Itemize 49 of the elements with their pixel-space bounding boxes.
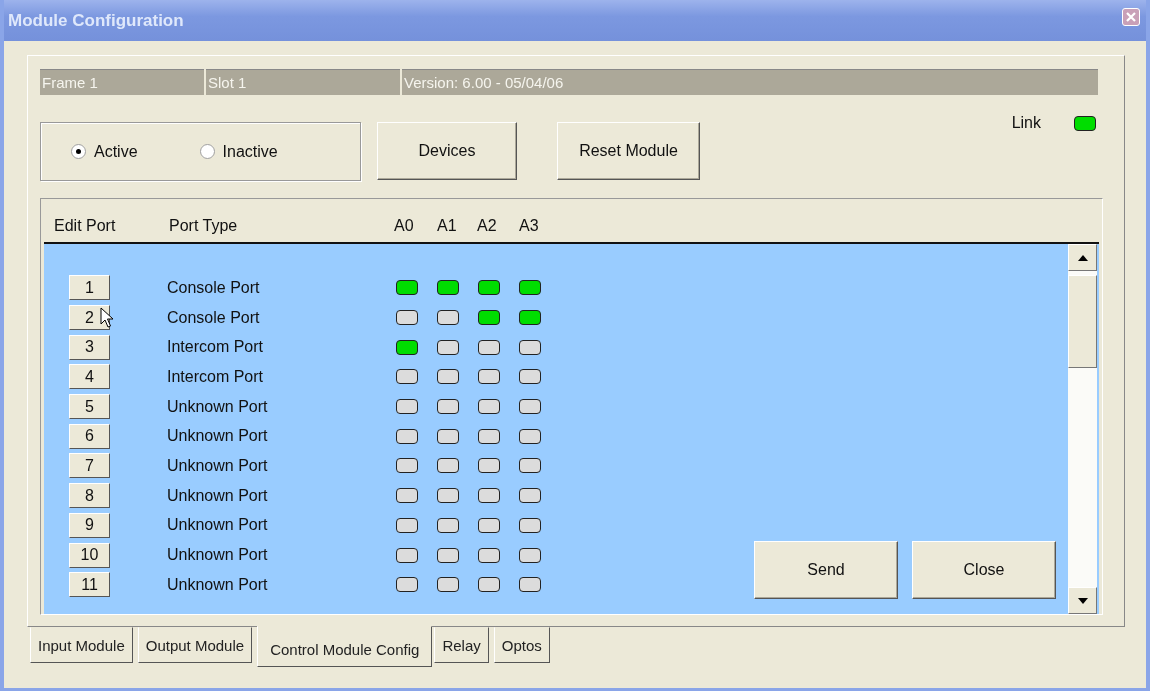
tab[interactable]: Control Module Config	[257, 626, 433, 667]
port-type: Unknown Port	[167, 516, 269, 535]
scrollbar[interactable]	[1068, 244, 1097, 614]
tab[interactable]: Output Module	[137, 627, 253, 663]
column-header: A1	[437, 217, 457, 235]
port-type: Intercom Port	[167, 367, 265, 386]
edit-port-button[interactable]: 9	[69, 512, 110, 538]
window-title: Module Configuration	[8, 10, 184, 31]
action-button[interactable]: Send	[754, 541, 898, 599]
column-header: A2	[477, 217, 497, 235]
port-type: Unknown Port	[167, 575, 269, 594]
column-header: A0	[394, 217, 414, 235]
edit-port-button[interactable]: 10	[69, 542, 110, 568]
edit-port-button[interactable]: 6	[69, 423, 110, 449]
port-type: Console Port	[167, 308, 261, 327]
edit-port-button[interactable]: 4	[69, 364, 110, 390]
port-type: Unknown Port	[167, 397, 269, 416]
close-icon[interactable]	[1122, 7, 1140, 26]
edit-port-button[interactable]: 1	[69, 275, 110, 301]
edit-port-button[interactable]: 7	[69, 453, 110, 479]
port-type: Console Port	[167, 278, 261, 297]
scroll-down-icon[interactable]	[1068, 587, 1097, 614]
column-header: Edit Port	[54, 217, 116, 235]
edit-port-button[interactable]: 11	[69, 572, 110, 598]
tab[interactable]: Input Module	[30, 627, 133, 663]
mode-radio[interactable]: Active	[71, 142, 138, 161]
cursor-icon	[100, 307, 114, 329]
scroll-thumb[interactable]	[1068, 275, 1097, 368]
action-button[interactable]: Close	[912, 541, 1056, 599]
port-type: Unknown Port	[167, 486, 269, 505]
mode-radio[interactable]: Inactive	[199, 142, 278, 161]
info-field: Version: 6.00 - 05/04/06	[402, 69, 1098, 95]
edit-port-button[interactable]: 5	[69, 394, 110, 420]
info-field: Slot 1	[206, 69, 400, 95]
port-type: Unknown Port	[167, 427, 269, 446]
edit-port-button[interactable]: 3	[69, 334, 110, 360]
tab[interactable]: Optos	[493, 627, 550, 663]
port-type: Unknown Port	[167, 456, 269, 475]
edit-port-button[interactable]: 8	[69, 483, 110, 509]
column-header: Port Type	[169, 217, 238, 235]
action-button[interactable]: Reset Module	[557, 122, 700, 180]
action-button[interactable]: Devices	[377, 122, 517, 180]
scroll-up-icon[interactable]	[1068, 244, 1097, 271]
port-type: Unknown Port	[167, 546, 269, 565]
column-header: A3	[519, 217, 539, 235]
port-type: Intercom Port	[167, 338, 265, 357]
info-field: Frame 1	[40, 69, 204, 95]
link-label: Link	[1011, 114, 1041, 132]
tab[interactable]: Relay	[434, 627, 489, 663]
